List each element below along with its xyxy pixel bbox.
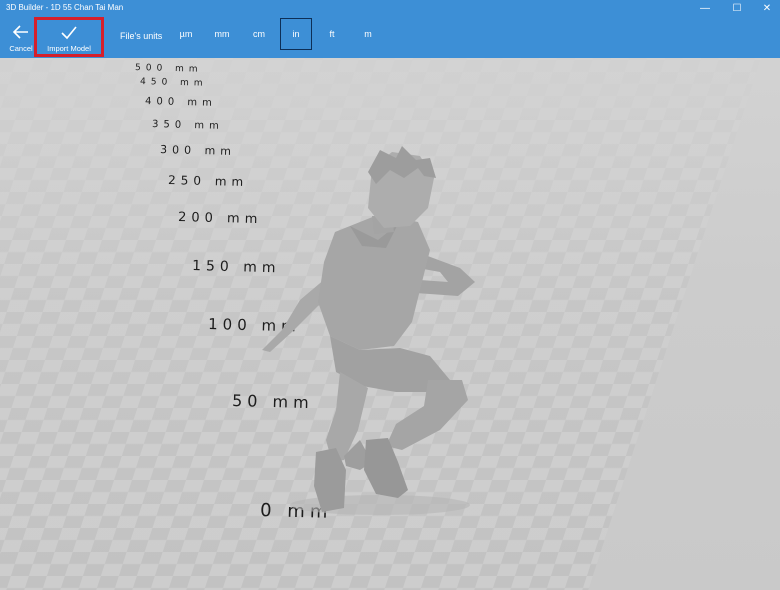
- ruler-label-350: 350 mm: [152, 119, 224, 132]
- file-units-label: File's units: [120, 31, 163, 41]
- unit-meter-button[interactable]: m: [352, 18, 384, 50]
- window-title: 3D Builder - 1D 55 Chan Tai Man: [6, 3, 124, 12]
- ruler-label-50: 50 mm: [232, 391, 314, 412]
- minimize-button[interactable]: —: [690, 0, 720, 16]
- ruler-label-500: 500 mm: [135, 63, 203, 75]
- unit-centimeter-button[interactable]: cm: [243, 18, 275, 50]
- import-toolbar: Cancel Import Model File's units µm mm c…: [0, 16, 780, 58]
- unit-inch-button[interactable]: in: [280, 18, 312, 50]
- ruler-label-150: 150 mm: [192, 258, 281, 276]
- unit-millimeter-button[interactable]: mm: [206, 18, 238, 50]
- unit-foot-button[interactable]: ft: [316, 18, 348, 50]
- ruler-label-450: 450 mm: [140, 77, 208, 89]
- ruler-label-300: 300 mm: [160, 143, 236, 158]
- ruler-label-400: 400 mm: [145, 96, 217, 109]
- 3d-viewport[interactable]: 500 mm 450 mm 400 mm 350 mm 300 mm 250 m…: [0, 58, 780, 590]
- import-model-button[interactable]: Import Model: [34, 17, 104, 57]
- import-model-label: Import Model: [47, 43, 91, 53]
- checkmark-icon: [61, 25, 77, 39]
- cancel-button[interactable]: Cancel: [4, 16, 38, 58]
- viewport-canvas[interactable]: 500 mm 450 mm 400 mm 350 mm 300 mm 250 m…: [0, 58, 780, 590]
- ruler-label-200: 200 mm: [178, 210, 263, 227]
- ruler-label-250: 250 mm: [168, 173, 248, 189]
- cancel-label: Cancel: [9, 43, 33, 53]
- unit-micrometer-button[interactable]: µm: [170, 18, 202, 50]
- back-arrow-icon: [12, 24, 28, 39]
- maximize-button[interactable]: ☐: [722, 0, 752, 16]
- title-bar: 3D Builder - 1D 55 Chan Tai Man — ☐ ✕: [0, 0, 780, 16]
- close-button[interactable]: ✕: [752, 0, 780, 16]
